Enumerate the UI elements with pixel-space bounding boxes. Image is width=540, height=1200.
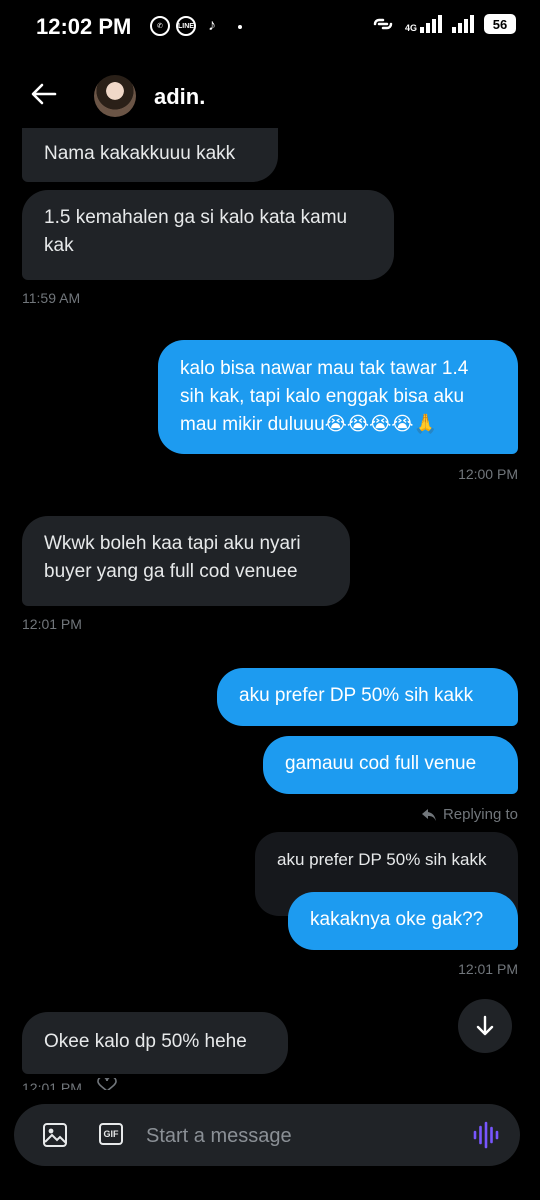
gif-icon[interactable]: GIF bbox=[99, 1123, 123, 1145]
message-outgoing[interactable]: gamauu cod full venue bbox=[263, 736, 518, 794]
message-outgoing[interactable]: kalo bisa nawar mau tak tawar 1.4 sih ka… bbox=[158, 340, 518, 454]
status-time: 12:02 PM bbox=[36, 14, 132, 39]
message-input[interactable] bbox=[144, 1118, 448, 1154]
message-outgoing[interactable]: kakaknya oke gak?? bbox=[288, 892, 518, 950]
replying-to-label: Replying to bbox=[421, 806, 518, 823]
reply-arrow-icon bbox=[421, 808, 436, 821]
message-incoming[interactable]: Okee kalo dp 50% hehe bbox=[22, 1012, 288, 1074]
replying-to-text: Replying to bbox=[442, 806, 518, 823]
link-icon bbox=[373, 18, 393, 30]
signal-icon bbox=[420, 15, 442, 33]
image-icon[interactable] bbox=[42, 1122, 68, 1148]
message-incoming[interactable]: Nama kakakkuuu kakk bbox=[22, 128, 278, 182]
message-timestamp: 12:01 PM bbox=[22, 616, 82, 632]
message-incoming[interactable]: 1.5 kemahalen ga si kalo kata kamu kak bbox=[22, 190, 394, 280]
status-right: 4G 56 bbox=[371, 14, 516, 34]
line-icon: LINE bbox=[176, 16, 196, 36]
message-timestamp: 12:00 PM bbox=[458, 466, 518, 482]
battery-icon: 56 bbox=[484, 14, 516, 34]
message-timestamp: 11:59 AM bbox=[22, 290, 81, 306]
whatsapp-icon: ✆ bbox=[150, 16, 170, 36]
network-type: 4G bbox=[404, 23, 417, 33]
message-timestamp: 12:01 PM bbox=[458, 961, 518, 977]
message-incoming[interactable]: Wkwk boleh kaa tapi aku nyari buyer yang… bbox=[22, 516, 350, 606]
conversation-header: adin. bbox=[0, 56, 540, 132]
arrow-down-icon bbox=[476, 1015, 494, 1036]
notification-icons: ✆ LINE ♪ bbox=[150, 16, 222, 36]
more-notifications-dot bbox=[238, 25, 242, 29]
contact-name[interactable]: adin. bbox=[154, 84, 205, 110]
tiktok-icon: ♪ bbox=[208, 17, 216, 34]
back-arrow-icon[interactable] bbox=[28, 78, 60, 110]
scroll-to-bottom-button[interactable] bbox=[458, 999, 512, 1053]
signal-icon-2 bbox=[452, 15, 474, 33]
voice-message-icon[interactable] bbox=[472, 1121, 500, 1149]
composer-bar: GIF bbox=[0, 1090, 540, 1200]
message-composer: GIF bbox=[14, 1104, 520, 1166]
avatar[interactable] bbox=[94, 75, 136, 117]
message-outgoing[interactable]: aku prefer DP 50% sih kakk bbox=[217, 668, 518, 726]
status-bar: 12:02 PM ✆ LINE ♪ 4G 56 bbox=[0, 0, 540, 56]
